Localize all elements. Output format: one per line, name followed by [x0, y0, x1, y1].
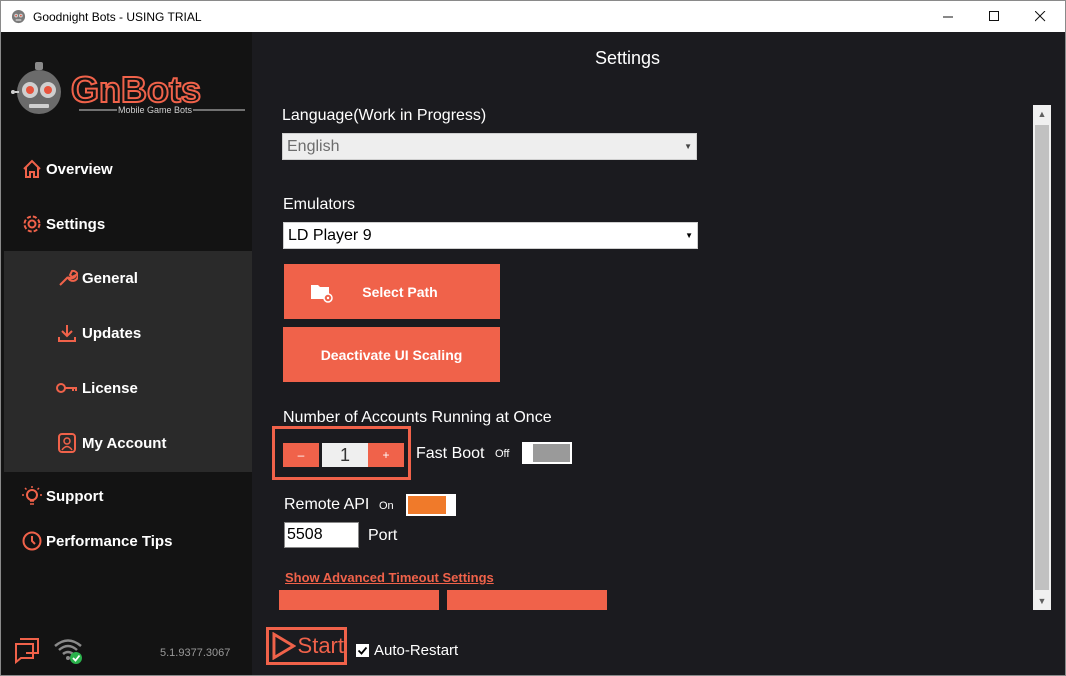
sidebar-item-label: Performance Tips — [46, 532, 173, 550]
remote-api-toggle[interactable] — [406, 494, 456, 516]
sidebar-subitem-license[interactable]: License — [54, 373, 138, 403]
auto-restart-label: Auto-Restart — [374, 642, 459, 659]
remote-api-state: On — [379, 500, 394, 512]
wrench-icon — [54, 265, 80, 291]
chat-icon[interactable] — [12, 635, 42, 665]
deactivate-ui-scaling-button[interactable]: Deactivate UI Scaling — [283, 327, 500, 382]
logo-tagline: Mobile Game Bots — [118, 105, 193, 115]
clock-icon — [20, 529, 44, 553]
minimize-button[interactable] — [925, 1, 971, 32]
advanced-timeout-link[interactable]: Show Advanced Timeout Settings — [285, 570, 494, 585]
version-label: 5.1.9377.3067 — [160, 647, 231, 659]
decrement-button[interactable]: – — [283, 443, 319, 467]
language-value: English — [287, 137, 340, 155]
fast-boot-label: Fast Boot — [416, 445, 485, 462]
start-label: Start — [297, 633, 344, 658]
emulator-value: LD Player 9 — [288, 226, 372, 244]
toggle-track — [408, 496, 446, 514]
language-label: Language(Work in Progress) — [282, 107, 487, 124]
minimize-icon — [942, 16, 953, 18]
logo-text: GnBots — [71, 69, 201, 110]
select-path-button[interactable]: Select Path — [284, 264, 500, 319]
lightbulb-icon — [20, 484, 44, 508]
account-icon — [54, 430, 80, 456]
language-select[interactable]: English ▼ — [282, 133, 697, 160]
checkmark-icon — [357, 646, 368, 655]
close-button[interactable] — [1017, 1, 1063, 32]
vertical-scrollbar[interactable]: ▲ ▼ — [1033, 105, 1051, 610]
gnbots-logo: GnBots Mobile Game Bots — [11, 62, 245, 115]
sidebar-item-settings[interactable]: Settings — [20, 204, 270, 244]
port-input[interactable]: 5508 — [284, 522, 359, 548]
chevron-down-icon: ▼ — [685, 231, 693, 240]
increment-button[interactable]: + — [368, 443, 404, 467]
folder-settings-icon — [311, 285, 333, 303]
home-icon — [20, 157, 44, 181]
settings-panel: Settings Language(Work in Progress) Engl… — [252, 32, 1065, 675]
play-icon — [272, 632, 296, 660]
app-window: Goodnight Bots - USING TRIAL GnBots Mobi… — [0, 0, 1066, 676]
app-robot-icon — [11, 9, 26, 24]
sidebar-item-label: Overview — [46, 160, 113, 178]
emulators-label: Emulators — [283, 196, 356, 213]
fast-boot-state: Off — [495, 448, 510, 460]
title-bar[interactable]: Goodnight Bots - USING TRIAL — [1, 1, 1065, 32]
sidebar-item-support[interactable]: Support — [20, 476, 270, 516]
download-icon — [54, 320, 80, 346]
sidebar-subitem-updates[interactable]: Updates — [54, 318, 141, 348]
settings-submenu: General Updates License My Account — [4, 251, 252, 472]
gear-icon — [20, 212, 44, 236]
maximize-icon — [988, 11, 999, 21]
sidebar-item-performance-tips[interactable]: Performance Tips — [20, 521, 270, 561]
subitem-label: General — [82, 269, 138, 287]
chevron-down-icon: ▼ — [684, 142, 692, 151]
window-title: Goodnight Bots - USING TRIAL — [33, 10, 202, 24]
page-title: Settings — [595, 48, 661, 68]
maximize-button[interactable] — [971, 1, 1017, 32]
subitem-label: License — [82, 379, 138, 397]
close-icon — [1034, 11, 1045, 22]
accounts-label: Number of Accounts Running at Once — [283, 409, 552, 426]
partial-button-left[interactable] — [279, 590, 439, 610]
emulator-select[interactable]: LD Player 9 ▼ — [283, 222, 698, 249]
start-button[interactable]: Start — [266, 627, 347, 665]
key-icon — [54, 375, 80, 401]
accounts-count[interactable]: 1 — [322, 443, 368, 467]
sidebar-subitem-my-account[interactable]: My Account — [54, 428, 166, 458]
sidebar-item-label: Settings — [46, 215, 106, 233]
deactivate-label: Deactivate UI Scaling — [320, 346, 463, 363]
partial-button-right[interactable] — [447, 590, 607, 610]
port-label: Port — [368, 527, 398, 544]
scroll-down-icon[interactable]: ▼ — [1033, 592, 1051, 610]
sidebar-subitem-general[interactable]: General — [54, 263, 138, 293]
scroll-up-icon[interactable]: ▲ — [1033, 105, 1051, 123]
wifi-connected-icon — [54, 639, 82, 664]
fast-boot-toggle[interactable] — [522, 442, 572, 464]
sidebar-item-label: Support — [46, 487, 104, 505]
accounts-stepper: – 1 + — [272, 426, 411, 480]
remote-api-label: Remote API — [284, 496, 370, 513]
sidebar: GnBots Mobile Game Bots Overview Setting… — [2, 32, 252, 675]
subitem-label: Updates — [82, 324, 142, 342]
select-path-label: Select Path — [362, 283, 438, 300]
subitem-label: My Account — [82, 434, 167, 452]
toggle-track — [533, 444, 570, 462]
scroll-thumb[interactable] — [1035, 125, 1049, 590]
sidebar-item-overview[interactable]: Overview — [20, 149, 270, 189]
auto-restart-checkbox[interactable] — [356, 644, 369, 657]
